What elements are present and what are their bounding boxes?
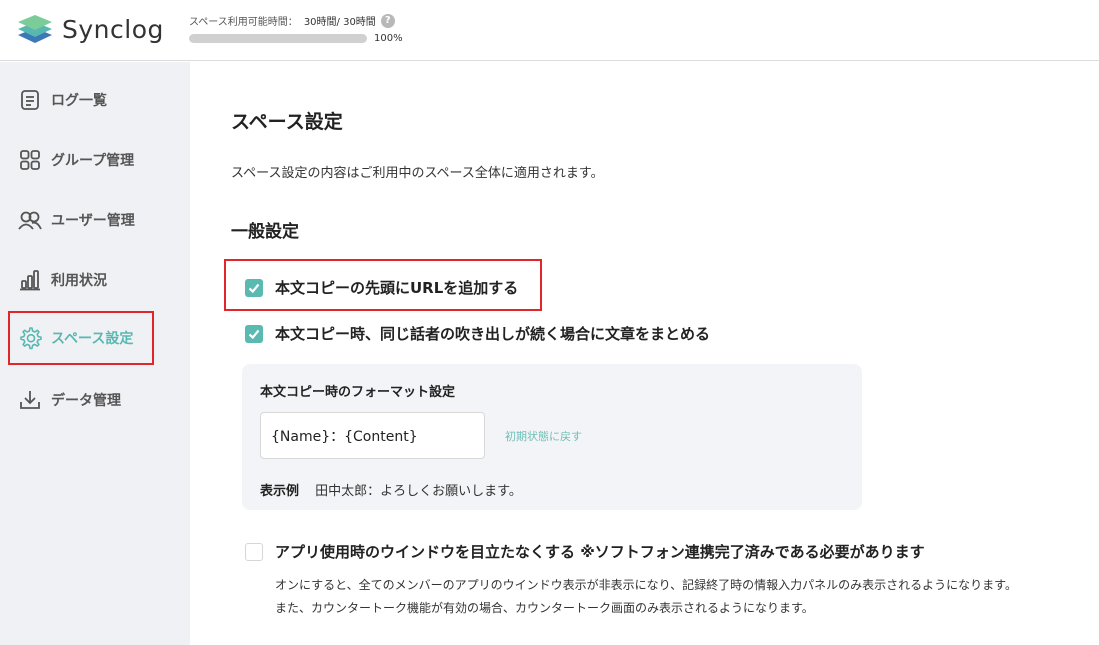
option-merge-speaker[interactable]: 本文コピー時、同じ話者の吹き出しが続く場合に文章をまとめる xyxy=(245,323,710,344)
grid-icon xyxy=(18,148,42,172)
users-icon xyxy=(18,208,42,232)
usage-meter: スペース利用可能時間： 30時間/ 30時間 ? 100% xyxy=(189,13,404,44)
option-hide-window[interactable]: アプリ使用時のウインドウを目立たなくする ※ソフトフォン連携完了済みである必要が… xyxy=(245,541,925,562)
option-url-prefix[interactable]: 本文コピーの先頭にURLを追加する xyxy=(245,277,518,298)
sidebar-item-label: 利用状況 xyxy=(51,273,107,289)
page-title: スペース設定 xyxy=(231,111,343,133)
format-input[interactable] xyxy=(260,412,485,459)
format-settings-panel: 本文コピー時のフォーマット設定 初期状態に戻す 表示例 田中太郎：よろしくお願い… xyxy=(242,364,862,510)
usage-percent: 100% xyxy=(374,33,403,44)
sidebar-item-label: グループ管理 xyxy=(51,153,135,169)
app-logo[interactable]: Synclog xyxy=(16,12,164,46)
option-label: 本文コピーの先頭にURLを追加する xyxy=(275,279,519,297)
check-icon xyxy=(248,283,260,293)
checkbox-hide-window[interactable] xyxy=(245,542,263,561)
option-label: 本文コピー時、同じ話者の吹き出しが続く場合に文章をまとめる xyxy=(275,325,711,343)
example-label: 表示例 xyxy=(260,484,300,499)
sidebar-item-data-management[interactable]: データ管理 xyxy=(8,374,154,426)
sidebar-item-users[interactable]: ユーザー管理 xyxy=(8,194,154,246)
synclog-logo-icon xyxy=(18,15,52,43)
option-note: また、カウンタートーク機能が有効の場合、カウンタートーク画面のみ表示されるように… xyxy=(275,601,814,615)
sidebar-item-log-list[interactable]: ログ一覧 xyxy=(8,74,154,126)
usage-progress-fill xyxy=(189,34,367,43)
format-title: 本文コピー時のフォーマット設定 xyxy=(260,385,456,400)
section-title-general: 一般設定 xyxy=(231,222,299,242)
page-description: スペース設定の内容はご利用中のスペース全体に適用されます。 xyxy=(231,166,604,181)
sidebar-item-groups[interactable]: グループ管理 xyxy=(8,134,154,186)
usage-value: 30時間/ 30時間 xyxy=(303,17,376,28)
option-label: アプリ使用時のウインドウを目立たなくする ※ソフトフォン連携完了済みである必要が… xyxy=(275,543,925,561)
checkbox-url-prefix[interactable] xyxy=(245,278,263,297)
sidebar-item-label: ユーザー管理 xyxy=(51,213,135,229)
header: Synclog スペース利用可能時間： 30時間/ 30時間 ? 100% xyxy=(0,0,1099,61)
sidebar-item-usage[interactable]: 利用状況 xyxy=(8,254,154,306)
checkbox-merge-speaker[interactable] xyxy=(245,324,263,343)
sidebar-item-label: ログ一覧 xyxy=(51,93,107,109)
reset-default-link[interactable]: 初期状態に戻す xyxy=(505,428,582,444)
gear-icon xyxy=(18,326,42,350)
example-value: 田中太郎：よろしくお願いします。 xyxy=(315,484,522,499)
sidebar-item-label: データ管理 xyxy=(51,393,121,409)
bar-chart-icon xyxy=(18,268,42,292)
document-list-icon xyxy=(18,88,42,112)
usage-label: スペース利用可能時間： xyxy=(189,17,298,28)
sidebar-item-label: スペース設定 xyxy=(51,331,134,347)
option-note: オンにすると、全てのメンバーのアプリのウインドウ表示が非表示になり、記録終了時の… xyxy=(275,578,1017,592)
help-icon[interactable]: ? xyxy=(380,13,395,28)
download-tray-icon xyxy=(18,388,42,412)
check-icon xyxy=(248,329,260,339)
sidebar: ログ一覧 グループ管理 ユーザー管理 利用状況 スペース設定 データ管理 xyxy=(0,62,190,645)
sidebar-item-space-settings[interactable]: スペース設定 xyxy=(8,311,154,365)
main-content: スペース設定 スペース設定の内容はご利用中のスペース全体に適用されます。 一般設… xyxy=(190,62,1099,645)
app-name: Synclog xyxy=(62,14,164,44)
format-example: 表示例 田中太郎：よろしくお願いします。 xyxy=(260,480,522,499)
usage-progress-bar xyxy=(189,34,367,43)
